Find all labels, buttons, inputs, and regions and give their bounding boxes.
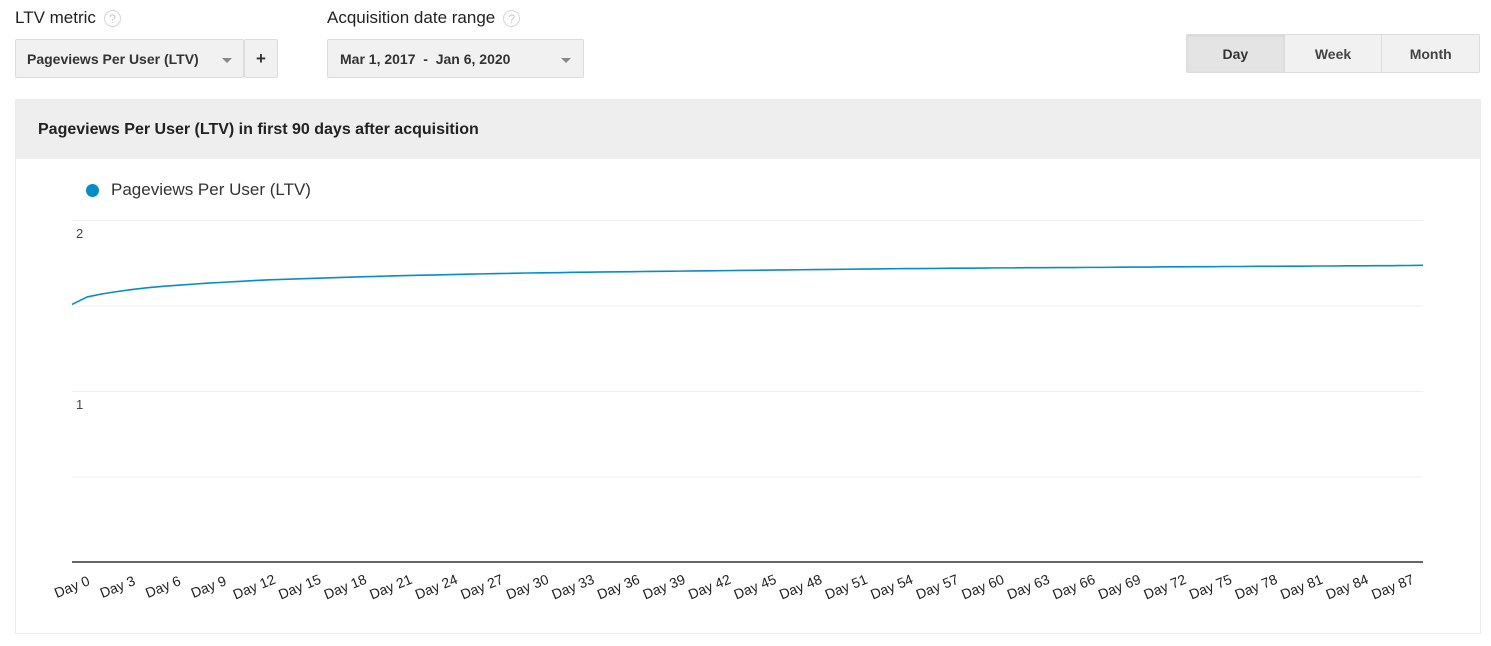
- y-tick-label: 1: [76, 397, 83, 412]
- x-tick-label: Day 30: [504, 571, 551, 603]
- x-tick-label: Day 12: [230, 571, 277, 603]
- x-tick-label: Day 69: [1096, 571, 1143, 603]
- x-tick-label: Day 21: [367, 571, 414, 603]
- x-tick-label: Day 45: [731, 571, 778, 603]
- x-tick-label: Day 51: [822, 571, 869, 603]
- x-tick-label: Day 60: [959, 571, 1006, 603]
- x-axis-ticks: Day 0 Day 3 Day 6 Day 9 Day 12Day 15Day 18Da…: [52, 571, 1416, 603]
- x-tick-label: Day 33: [549, 571, 596, 603]
- x-tick-label: Day 0: [52, 572, 92, 601]
- x-tick-label: Day 27: [458, 571, 505, 603]
- x-tick-label: Day 81: [1278, 571, 1325, 603]
- x-tick-label: Day 66: [1050, 571, 1097, 603]
- line-chart: 12 Day 0 Day 3 Day 6 Day 9 Day 12Day 15Day 1…: [52, 220, 1424, 603]
- x-tick-label: Day 6: [143, 572, 183, 601]
- x-tick-label: Day 48: [777, 571, 824, 603]
- x-tick-label: Day 39: [640, 571, 687, 603]
- x-tick-label: Day 15: [276, 571, 323, 603]
- x-tick-label: Day 57: [914, 571, 961, 603]
- x-tick-label: Day 78: [1232, 571, 1279, 603]
- series-line: [71, 264, 1424, 306]
- x-tick-label: Day 42: [686, 571, 733, 603]
- x-tick-label: Day 84: [1323, 571, 1370, 603]
- y-axis-ticks: 12: [76, 226, 83, 412]
- chart-series: [71, 264, 1424, 306]
- x-tick-label: Day 87: [1369, 571, 1416, 603]
- x-tick-label: Day 63: [1005, 571, 1052, 603]
- x-tick-label: Day 24: [413, 571, 460, 603]
- chart-gridlines: [72, 220, 1423, 478]
- x-tick-label: Day 72: [1141, 571, 1188, 603]
- y-tick-label: 2: [76, 226, 83, 241]
- x-tick-label: Day 3: [97, 572, 137, 601]
- x-tick-label: Day 54: [868, 571, 915, 603]
- x-tick-label: Day 18: [322, 571, 369, 603]
- x-tick-label: Day 36: [595, 571, 642, 603]
- x-tick-label: Day 75: [1187, 571, 1234, 603]
- x-tick-label: Day 9: [189, 572, 229, 601]
